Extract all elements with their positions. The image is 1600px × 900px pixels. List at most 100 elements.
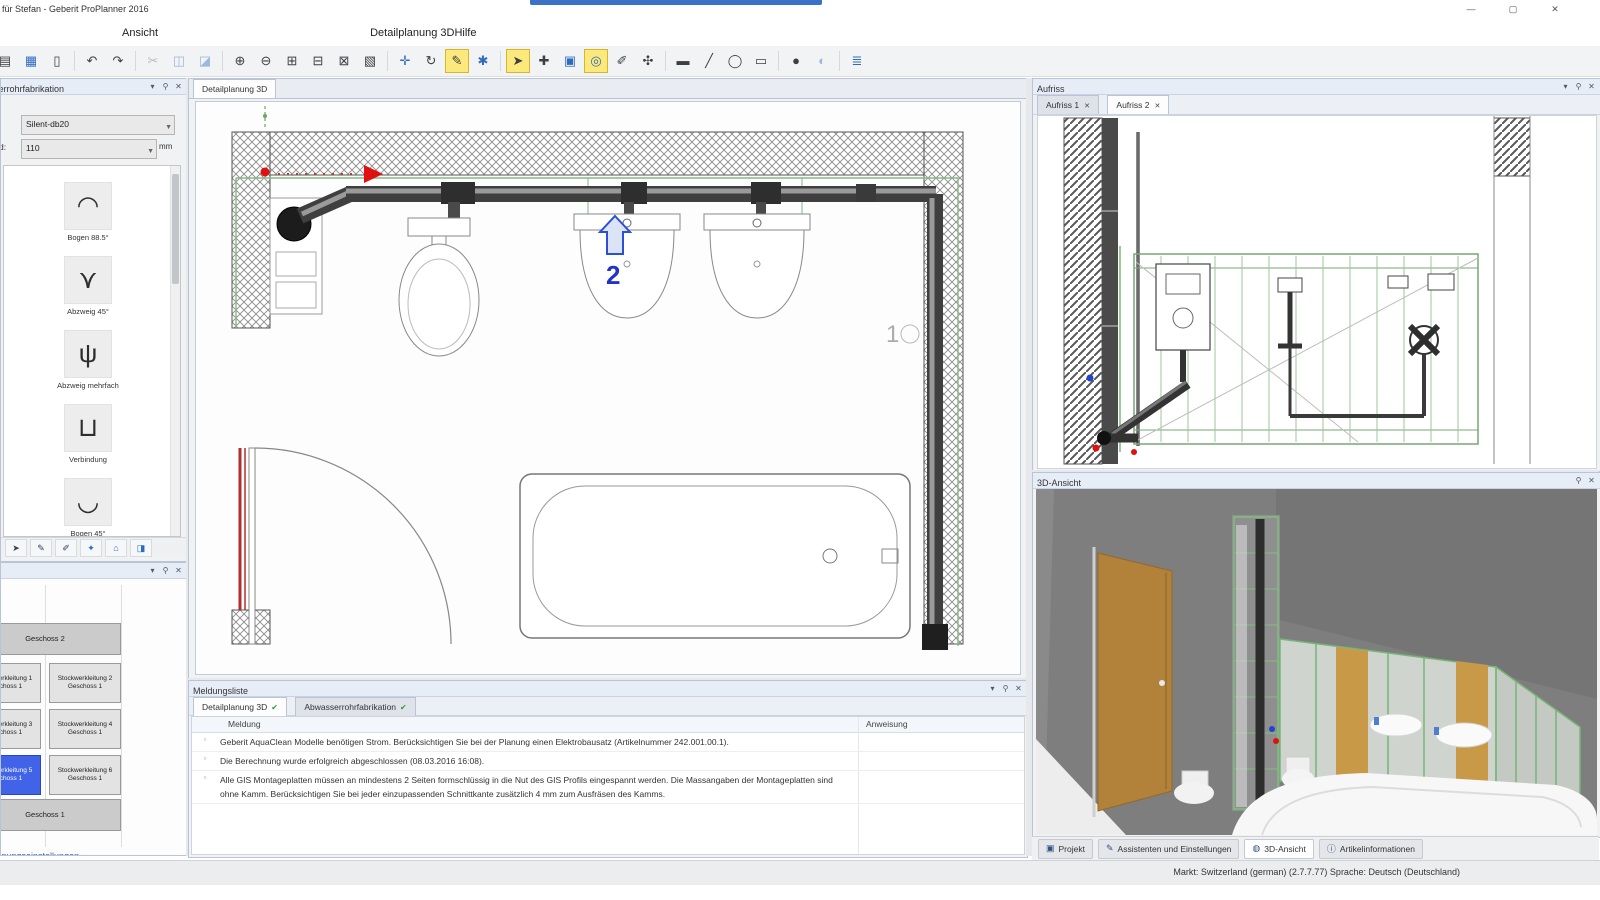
toolbar-button[interactable]: ◎ [584, 49, 608, 73]
toolbar-button[interactable]: ▤ [0, 49, 17, 73]
toolbar-button[interactable]: ✚ [532, 49, 556, 73]
menu-item[interactable]: Detailplanung 3D [370, 20, 454, 46]
toolbar-button[interactable]: ≣ [845, 49, 869, 73]
pin-icon[interactable]: ⚲ [1572, 473, 1585, 488]
menu-item[interactable]: Ansicht [122, 20, 158, 46]
riser-cell[interactable]: Stockwerkleitung 3Geschoss 1 [0, 709, 41, 749]
toolbar-button[interactable]: ◯ [723, 49, 747, 73]
elevation-view[interactable] [1037, 115, 1597, 469]
toolbar-button[interactable]: ⊕ [228, 49, 252, 73]
vertical-splitter[interactable] [1026, 78, 1032, 856]
floor-band-top[interactable]: Geschoss 2 [0, 623, 121, 655]
pin-icon[interactable]: ⚲ [999, 681, 1012, 696]
panel-menu-icon[interactable]: ▾ [986, 681, 999, 696]
toolbar-button[interactable]: ⊞ [280, 49, 304, 73]
nav-tab[interactable]: ◍ 3D-Ansicht [1244, 839, 1313, 859]
nav-tab[interactable]: ▣ Projekt [1038, 839, 1093, 859]
toolbar-button[interactable] [665, 51, 666, 71]
part-item[interactable]: ⊔ Verbindung [8, 404, 168, 464]
toolbar-button[interactable]: ⊠ [332, 49, 356, 73]
toolbar-button[interactable]: ▦ [19, 49, 43, 73]
elevation-tab[interactable]: Aufriss 1✕ [1037, 95, 1099, 114]
toolbar-button[interactable]: ✂ [141, 49, 165, 73]
filter-button[interactable]: ✐ [55, 539, 77, 557]
elevation-tab[interactable]: Aufriss 2✕ [1107, 95, 1169, 114]
messages-tab[interactable]: Abwasserrohrfabrikation✔ [295, 697, 415, 716]
riser-cell[interactable]: Stockwerkleitung 5Geschoss 1 [0, 755, 41, 795]
toolbar-button[interactable]: ✎ [445, 49, 469, 73]
toolbar-button[interactable]: ↻ [419, 49, 443, 73]
pin-icon[interactable]: ⚲ [159, 79, 172, 94]
filter-button[interactable]: ➤ [5, 539, 27, 557]
panel-menu-icon[interactable]: ▾ [146, 563, 159, 578]
message-row[interactable]: ▫ Geberit AquaClean Modelle benötigen St… [192, 733, 1024, 752]
pipe-system-select[interactable]: Silent-db20▼ [21, 115, 175, 135]
toolbar-button[interactable]: ╱ [697, 49, 721, 73]
toolbar-button[interactable]: ✛ [393, 49, 417, 73]
toolbar-button[interactable]: ▯ [45, 49, 69, 73]
toolbar-button[interactable]: ▬ [671, 49, 695, 73]
tab-close-icon[interactable]: ✕ [1084, 103, 1090, 110]
toolbar-button[interactable]: ⊖ [254, 49, 278, 73]
toolbar-button[interactable]: ➤ [506, 49, 530, 73]
close-button[interactable]: ✕ [1544, 2, 1566, 17]
toolbar-button[interactable]: ▧ [358, 49, 382, 73]
part-item[interactable]: ψ Abzweig mehrfach [8, 330, 168, 390]
toolbar-button[interactable] [222, 51, 223, 71]
toolbar-button[interactable]: ▭ [749, 49, 773, 73]
filter-button[interactable]: ⌂ [105, 539, 127, 557]
toolbar-button[interactable] [74, 51, 75, 71]
toolbar-button[interactable]: ◐ [810, 49, 834, 73]
maximize-button[interactable]: ▢ [1502, 2, 1524, 17]
vertical-splitter[interactable] [186, 78, 188, 856]
nav-tab[interactable]: ⓘ Artikelinformationen [1319, 839, 1423, 859]
tab-detailplanung-3d[interactable]: Detailplanung 3D [193, 79, 276, 98]
scrollbar[interactable] [170, 166, 180, 536]
toolbar-button[interactable]: ◪ [193, 49, 217, 73]
toolbar-button[interactable]: ⊟ [306, 49, 330, 73]
toolbar-button[interactable] [135, 51, 136, 71]
close-icon[interactable]: ✕ [1012, 681, 1025, 696]
toolbar-button[interactable]: ✐ [610, 49, 634, 73]
close-icon[interactable]: ✕ [172, 563, 185, 578]
menu-item[interactable]: Hilfe [454, 20, 476, 46]
filter-button[interactable]: ✎ [30, 539, 52, 557]
panel-menu-icon[interactable]: ▾ [1559, 79, 1572, 94]
toolbar-button[interactable] [778, 51, 779, 71]
floor-plan-canvas[interactable]: 2 1 [195, 101, 1021, 675]
floor-band-bottom[interactable]: Geschoss 1 [0, 799, 121, 831]
panel-menu-icon[interactable]: ▾ [146, 79, 159, 94]
riser-cell[interactable]: Stockwerkleitung 2Geschoss 1 [49, 663, 121, 703]
close-icon[interactable]: ✕ [1585, 79, 1598, 94]
diameter-select[interactable]: 110▼ [21, 139, 157, 159]
pin-icon[interactable]: ⚲ [159, 563, 172, 578]
message-row[interactable]: ▫ Die Berechnung wurde erfolgreich abges… [192, 752, 1024, 771]
messages-tab[interactable]: Detailplanung 3D✔ [193, 697, 287, 716]
riser-cell[interactable]: Stockwerkleitung 1Geschoss 1 [0, 663, 41, 703]
toolbar-button[interactable]: ✣ [636, 49, 660, 73]
part-item[interactable]: ⋎ Abzweig 45° [8, 256, 168, 316]
toolbar-button[interactable] [500, 51, 501, 71]
horizontal-splitter[interactable] [188, 678, 1026, 680]
message-row[interactable]: ▫ Alle GIS Montageplatten müssen an mind… [192, 771, 1024, 804]
toolbar-button[interactable]: ↶ [80, 49, 104, 73]
pin-icon[interactable]: ⚲ [1572, 79, 1585, 94]
part-item[interactable]: ◠ Bogen 88.5° [8, 182, 168, 242]
minimize-button[interactable]: — [1460, 2, 1482, 17]
toolbar-button[interactable] [839, 51, 840, 71]
toolbar-button[interactable]: ▣ [558, 49, 582, 73]
calculation-settings-link[interactable]: Berechnungseinstellungen [0, 851, 79, 856]
tab-close-icon[interactable]: ✕ [1154, 103, 1160, 110]
close-icon[interactable]: ✕ [172, 79, 185, 94]
toolbar-button[interactable]: ◫ [167, 49, 191, 73]
riser-cell[interactable]: Stockwerkleitung 6Geschoss 1 [49, 755, 121, 795]
toolbar-button[interactable]: ● [784, 49, 808, 73]
horizontal-splitter[interactable] [1032, 470, 1599, 472]
part-item[interactable]: ◡ Bogen 45° [8, 478, 168, 537]
view-3d-canvas[interactable] [1036, 489, 1597, 835]
filter-button[interactable]: ✦ [80, 539, 102, 557]
toolbar-button[interactable] [387, 51, 388, 71]
toolbar-button[interactable]: ✱ [471, 49, 495, 73]
filter-button[interactable]: ◨ [130, 539, 152, 557]
riser-cell[interactable]: Stockwerkleitung 4Geschoss 1 [49, 709, 121, 749]
